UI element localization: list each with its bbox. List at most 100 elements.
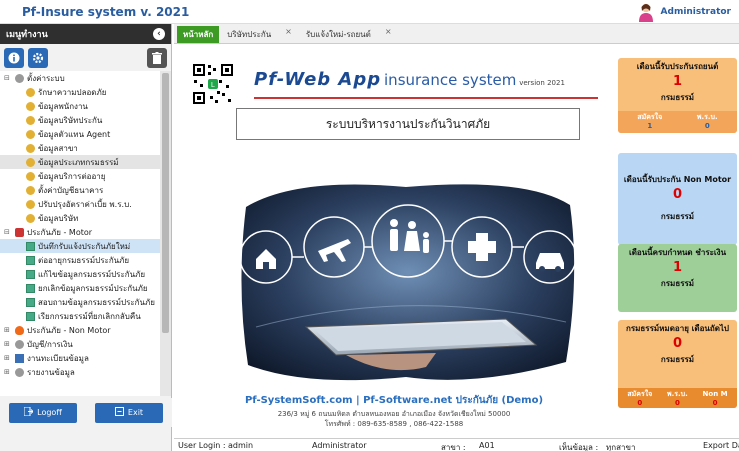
tree-item-label: ข้อมูลบริษัท xyxy=(38,213,79,223)
tree-item-label: ข้อมูลตัวแทน Agent xyxy=(38,129,111,139)
sidebar-item-reports[interactable]: ⊞ รายงานข้อมูล xyxy=(0,365,160,379)
card-value: 0 xyxy=(672,187,683,202)
doc-icon xyxy=(26,255,35,265)
sidebar-item-premium-rates[interactable]: ปรับปรุงอัตราค่าเบี้ย พ.ร.บ. xyxy=(0,197,160,211)
book-icon xyxy=(15,353,24,363)
close-icon[interactable]: × xyxy=(285,27,292,36)
tree-toggle-icon[interactable]: ⊞ xyxy=(4,368,12,376)
sidebar-item-company[interactable]: ข้อมูลบริษัท xyxy=(0,211,160,225)
tree-item-label: ประกันภัย - Non Motor xyxy=(27,325,111,335)
tree-toggle-icon[interactable]: ⊞ xyxy=(4,326,12,334)
status-export[interactable]: Export Da xyxy=(703,441,739,450)
tree-item-label: รักษาความปลอดภัย xyxy=(38,87,107,97)
sidebar-item-cancel-policy[interactable]: ยกเลิกข้อมูลกรมธรรม์ประกันภัย xyxy=(0,281,160,295)
user-name[interactable]: Administrator xyxy=(661,7,731,17)
tree-item-label: ข้อมูลบริษัทประกัน xyxy=(38,115,103,125)
collapse-sidebar-icon[interactable]: ‹ xyxy=(153,28,165,40)
logoff-button[interactable]: Logoff xyxy=(9,402,77,423)
tree-toggle-icon[interactable]: ⊞ xyxy=(4,354,12,362)
status-view-value: ทุกสาขา xyxy=(606,443,636,451)
card-title: เดือนนี้รับประกันรถยนต์ xyxy=(636,62,719,71)
sidebar-item-new-notification[interactable]: บันทึกรับแจ้งประกันภัยใหม่ xyxy=(0,239,160,253)
breakdown-label: Non M xyxy=(702,390,728,398)
gear-icon xyxy=(26,199,35,209)
qr-code-icon: L xyxy=(192,63,234,105)
app-title: Pf-Insure system v. 2021 xyxy=(22,5,190,19)
sidebar-item-insurers[interactable]: ข้อมูลบริษัทประกัน xyxy=(0,113,160,127)
sidebar-item-bank-accounts[interactable]: ตั้งค่าบัญชีธนาคาร xyxy=(0,183,160,197)
sidebar-item-branches[interactable]: ข้อมูลสาขา xyxy=(0,141,160,155)
tree-item-label: ต่ออายุกรมธรรม์ประกันภัย xyxy=(38,255,130,265)
exit-icon xyxy=(114,407,124,418)
card-breakdown: สมัครใจ 0 พ.ร.บ. 0 Non M 0 xyxy=(618,388,737,408)
tree-item-label: บันทึกรับแจ้งประกันภัยใหม่ xyxy=(38,241,131,251)
card-title: กรมธรรม์หมดอายุ เดือนถัดไป xyxy=(625,324,730,333)
tree-item-label: แก้ไขข้อมูลกรมธรรม์ประกันภัย xyxy=(38,269,146,279)
card-payment-due[interactable]: เดือนนี้ครบกำหนด ชำระเงิน 1 กรมธรรม์ xyxy=(618,244,737,312)
close-icon[interactable]: × xyxy=(385,27,392,36)
breakdown-value: 0 xyxy=(637,399,643,407)
exit-button[interactable]: Exit xyxy=(95,402,163,423)
stats-panel: เดือนนี้รับประกันรถยนต์ 1 กรมธรรม์ สมัคร… xyxy=(618,58,737,433)
breakdown-compulsory: พ.ร.บ. 0 xyxy=(667,390,688,407)
sidebar-item-non-motor[interactable]: ⊞ ประกันภัย - Non Motor xyxy=(0,323,160,337)
card-non-motor-this-month[interactable]: เดือนนี้รับประกัน Non Motor 0 กรมธรรม์ xyxy=(618,153,737,245)
gear-icon xyxy=(15,367,24,377)
tree-toggle-icon[interactable]: ⊞ xyxy=(4,340,12,348)
breakdown-voluntary: สมัครใจ 1 xyxy=(637,113,662,131)
sidebar-item-registry[interactable]: ⊞ งานทะเบียนข้อมูล xyxy=(0,351,160,365)
status-bar: User Login : admin Administrator สาขา : … xyxy=(174,438,739,451)
sidebar-item-renew-policy[interactable]: ต่ออายุกรมธรรม์ประกันภัย xyxy=(0,253,160,267)
breakdown-label: สมัครใจ xyxy=(627,390,653,398)
brand-divider xyxy=(254,97,598,99)
user-menu[interactable]: Administrator xyxy=(637,0,731,24)
status-role: Administrator xyxy=(312,441,367,450)
tree-item-label: ตั้งค่าระบบ xyxy=(27,73,65,83)
sidebar-item-system-settings[interactable]: ⊟ ตั้งค่าระบบ xyxy=(0,71,160,85)
hero-banner-image xyxy=(236,177,580,387)
card-value: 0 xyxy=(672,336,683,351)
sidebar-item-edit-policy[interactable]: แก้ไขข้อมูลกรมธรรม์ประกันภัย xyxy=(0,267,160,281)
system-title: ระบบบริหารงานประกันวินาศภัย xyxy=(236,108,580,140)
tree-toggle-icon[interactable]: ⊟ xyxy=(4,228,12,236)
sidebar-item-query-policy[interactable]: สอบถามข้อมูลกรมธรรม์ประกันภัย xyxy=(0,295,160,309)
settings-gear-icon[interactable] xyxy=(28,48,48,68)
menu-scrollbar[interactable] xyxy=(160,71,171,396)
sidebar-item-security[interactable]: รักษาความปลอดภัย xyxy=(0,85,160,99)
trash-icon[interactable] xyxy=(147,48,167,68)
doc-icon xyxy=(26,269,35,279)
tab-insurers[interactable]: บริษัทประกัน × xyxy=(221,26,298,43)
sidebar-item-policy-types[interactable]: ข้อมูลประเภทกรมธรรม์ xyxy=(0,155,160,169)
breakdown-compulsory: พ.ร.บ. 0 xyxy=(697,113,718,131)
company-phone: โทรศัพท์ : 089-635-8589 , 086-422-1588 xyxy=(324,420,464,428)
card-breakdown: สมัครใจ 1 พ.ร.บ. 0 xyxy=(618,111,737,133)
tree-item-label: ข้อมูลบริการต่ออายุ xyxy=(38,171,106,181)
sidebar-item-motor[interactable]: ⊟ ประกันภัย - Motor xyxy=(0,225,160,239)
tree-item-label: ข้อมูลพนักงาน xyxy=(38,101,88,111)
sidebar-footer: Logoff Exit xyxy=(0,398,172,427)
card-value: 1 xyxy=(672,260,683,275)
logoff-label: Logoff xyxy=(37,408,62,417)
card-expiring-next-month[interactable]: กรมธรรม์หมดอายุ เดือนถัดไป 0 กรมธรรม์ สม… xyxy=(618,320,737,408)
sidebar-item-accounting[interactable]: ⊞ บัญชี/การเงิน xyxy=(0,337,160,351)
user-avatar-icon xyxy=(637,2,655,22)
gear-icon xyxy=(15,339,24,349)
tab-home[interactable]: หน้าหลัก xyxy=(177,26,220,43)
gear-icon xyxy=(26,115,35,125)
info-icon[interactable] xyxy=(4,48,24,68)
card-motor-this-month[interactable]: เดือนนี้รับประกันรถยนต์ 1 กรมธรรม์ สมัคร… xyxy=(618,58,737,133)
tree-toggle-icon[interactable]: ⊟ xyxy=(4,74,12,82)
website-link[interactable]: Pf-SystemSoft.com | Pf-Software.net ประก… xyxy=(174,393,614,408)
sidebar-item-restore-policy[interactable]: เรียกกรมธรรม์ที่ยกเลิกกลับคืน xyxy=(0,309,160,323)
menu-tree: ⊟ ตั้งค่าระบบ รักษาความปลอดภัย ข้อมูลพนัก… xyxy=(0,71,160,396)
sidebar-item-renewal-services[interactable]: ข้อมูลบริการต่ออายุ xyxy=(0,169,160,183)
sidebar-item-agents[interactable]: ข้อมูลตัวแทน Agent xyxy=(0,127,160,141)
sidebar-item-employees[interactable]: ข้อมูลพนักงาน xyxy=(0,99,160,113)
brand-version: version 2021 xyxy=(519,79,565,87)
breakdown-voluntary: สมัครใจ 0 xyxy=(627,390,653,407)
tab-new-motor[interactable]: รับแจ้งใหม่-รถยนต์ × xyxy=(300,26,398,43)
sidebar-toolbar xyxy=(0,44,171,72)
brand-heading: Pf-Web App insurance system version 2021 xyxy=(254,69,565,90)
scrollbar-thumb[interactable] xyxy=(162,73,169,333)
tree-item-label: งานทะเบียนข้อมูล xyxy=(27,353,89,363)
